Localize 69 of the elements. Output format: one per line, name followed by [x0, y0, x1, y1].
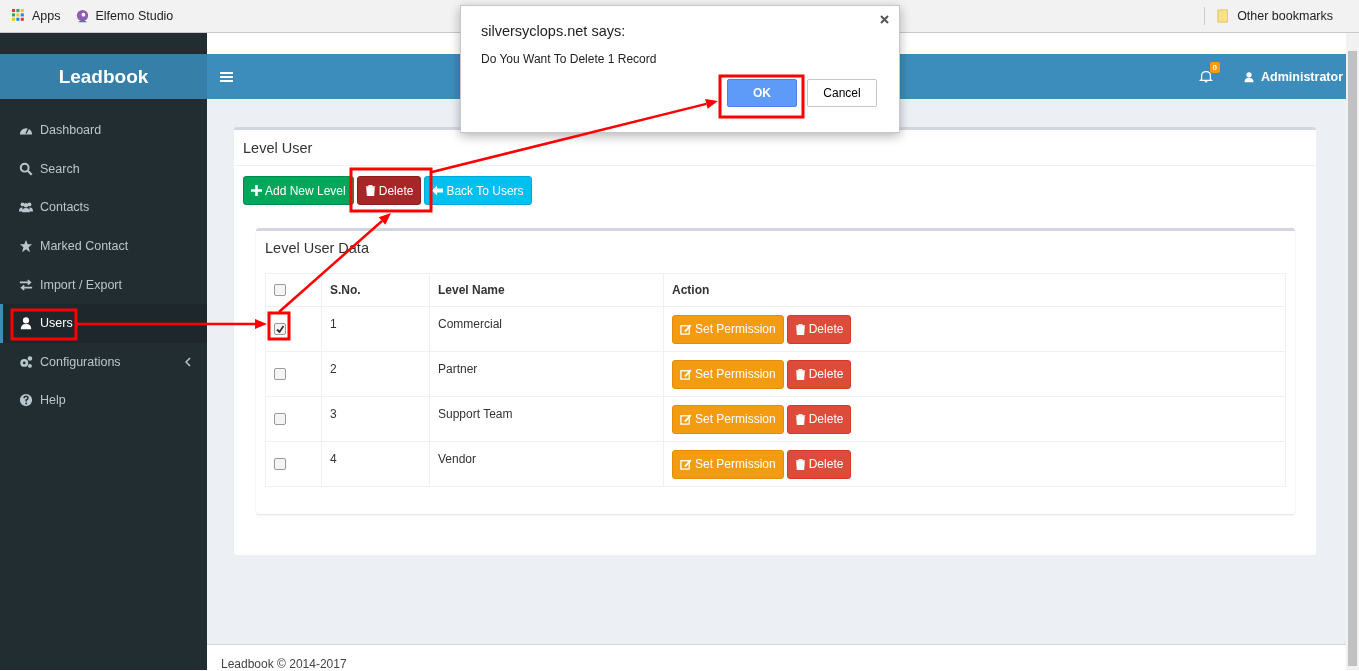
trash-icon: [794, 323, 806, 335]
user-icon: [19, 316, 33, 331]
column-header: Level Name: [429, 273, 664, 307]
checkbox[interactable]: [274, 284, 286, 296]
trash-icon: [364, 185, 376, 196]
table-cell: Commercial: [429, 306, 664, 352]
table-cell: Support Team: [429, 396, 664, 442]
sidebar-item[interactable]: Help: [0, 381, 207, 420]
scrollbar[interactable]: [1346, 33, 1359, 670]
site-favicon-icon: [74, 8, 90, 24]
search-icon: [19, 161, 33, 176]
annotation-highlight-box: [10, 308, 78, 341]
menu-icon: [220, 70, 233, 83]
table-cell: 4: [321, 441, 430, 487]
close-icon: [880, 15, 889, 24]
apps-grid-icon: [12, 9, 26, 23]
checkbox[interactable]: [274, 413, 286, 425]
edit-icon: [680, 458, 692, 470]
sidebar-item[interactable]: Users: [0, 303, 207, 343]
table-cell: 1: [321, 306, 430, 352]
bell-icon: [1199, 69, 1214, 84]
user-icon: [1243, 70, 1256, 83]
table-cell: 3: [321, 396, 430, 442]
sidebar-item[interactable]: Configurations: [0, 342, 207, 382]
help-icon: [19, 393, 33, 408]
chevron-left-icon: [185, 356, 191, 367]
edit-icon: [680, 413, 692, 425]
trash-icon: [794, 368, 806, 380]
dialog-title: silversyclops.net says:: [481, 22, 626, 39]
sidebar-item[interactable]: Contacts: [0, 188, 207, 227]
users-group-icon: [19, 200, 33, 215]
exchange-arrows-icon: [19, 277, 33, 292]
close-button[interactable]: [880, 15, 889, 24]
sidebar-item[interactable]: Import / Export: [0, 265, 207, 304]
checkbox[interactable]: [274, 368, 286, 380]
trash-icon: [794, 413, 806, 425]
edit-icon: [680, 368, 692, 380]
delete-button[interactable]: Delete: [786, 359, 852, 389]
trash-icon: [794, 458, 806, 470]
column-header: S.No.: [321, 273, 430, 307]
dialog-message: Do You Want To Delete 1 Record: [480, 51, 658, 66]
delete-button[interactable]: Delete: [786, 404, 852, 434]
app-logo[interactable]: Leadbook: [0, 54, 207, 99]
checkmark-icon: [276, 325, 284, 333]
bookmark-link[interactable]: Apps: [32, 9, 61, 23]
user-menu[interactable]: Administrator: [1243, 69, 1343, 84]
star-icon: [19, 239, 33, 254]
delete-button[interactable]: Delete: [356, 176, 422, 205]
delete-button[interactable]: Delete: [786, 449, 852, 479]
footer-copyright: Leadbook © 2014-2017: [221, 657, 347, 671]
column-header: Action: [663, 273, 1286, 307]
checkbox[interactable]: [274, 323, 286, 335]
table-cell: Vendor: [429, 441, 664, 487]
sidebar-item[interactable]: Dashboard: [0, 111, 207, 150]
gears-icon: [19, 354, 33, 369]
table-cell: Partner: [429, 351, 664, 397]
cancel-button[interactable]: Cancel: [807, 79, 877, 107]
notification-count-badge: 0: [1209, 62, 1221, 73]
sidebar-item[interactable]: Search: [0, 149, 207, 189]
sidebar-item[interactable]: Marked Contact: [0, 226, 207, 266]
edit-icon: [680, 323, 692, 335]
plus-icon: [251, 185, 262, 196]
annotation-highlight-box: [267, 311, 291, 341]
arrow-left-icon: [432, 185, 444, 196]
delete-button[interactable]: Delete: [786, 314, 852, 344]
bookmark-link[interactable]: Other bookmarks: [1237, 9, 1333, 23]
bookmark-link[interactable]: Elfemo Studio: [95, 9, 174, 23]
table-cell: 2: [321, 351, 430, 397]
checkbox[interactable]: [274, 458, 286, 470]
